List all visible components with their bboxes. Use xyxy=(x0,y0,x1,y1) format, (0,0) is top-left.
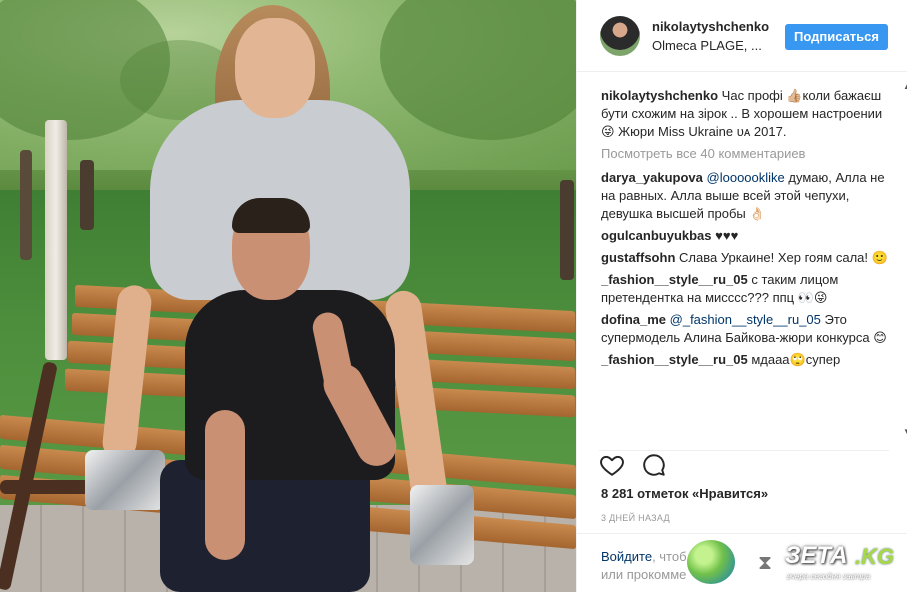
watermark-logo: ⧗ ЗЕТА .KG вчера сегодня завтра xyxy=(687,536,902,586)
comment-text: ♥♥♥ xyxy=(715,228,739,243)
avatar[interactable] xyxy=(600,16,640,56)
post-photo[interactable] xyxy=(0,0,576,592)
comment-username[interactable]: dofina_me xyxy=(601,312,666,327)
login-text-tail: или прокомме xyxy=(601,567,687,582)
tree-trunk xyxy=(20,150,32,260)
comment-item: _fashion__style__ru_05 с таким лицом пре… xyxy=(601,271,889,307)
silver-platform-shoe xyxy=(410,485,474,565)
woman-face xyxy=(235,18,315,118)
heart-outline-icon[interactable] xyxy=(599,452,625,478)
comment-mention[interactable]: @loooooklike xyxy=(707,170,785,185)
comment-item: ogulcanbuyukbas ♥♥♥ xyxy=(601,227,889,245)
comment-username[interactable]: _fashion__style__ru_05 xyxy=(601,272,748,287)
tree-trunk xyxy=(80,160,94,230)
bench-armrest xyxy=(0,480,90,494)
comment-username[interactable]: gustaffsohn xyxy=(601,250,675,265)
speech-bubble-icon[interactable] xyxy=(641,452,667,478)
comments-scrollbar[interactable] xyxy=(897,72,907,444)
follow-button[interactable]: Подписаться xyxy=(785,24,888,50)
view-all-comments-link[interactable]: Посмотреть все 40 комментариев xyxy=(601,145,889,163)
watermark-brand: ЗЕТА xyxy=(785,542,848,569)
login-text-middle: , чтоб xyxy=(652,549,687,564)
birch-trunk xyxy=(45,120,67,360)
caption: nikolaytyshchenko Час профі 👍🏼коли бажає… xyxy=(601,87,889,141)
comment-username[interactable]: ogulcanbuyukbas xyxy=(601,228,712,243)
globe-logo-icon xyxy=(687,540,735,584)
scroll-up-arrow-icon[interactable]: ▲ xyxy=(903,82,907,91)
watermark-slogan: вчера сегодня завтра xyxy=(787,572,871,581)
comment-mention[interactable]: @_fashion__style__ru_05 xyxy=(670,312,821,327)
man-hair xyxy=(232,198,310,233)
scroll-down-arrow-icon[interactable]: ▼ xyxy=(903,427,907,436)
comments-list: nikolaytyshchenko Час профі 👍🏼коли бажає… xyxy=(601,87,889,442)
comment-text: мдааа🙄супер xyxy=(751,352,841,367)
man-arm xyxy=(205,410,245,560)
post-header: nikolaytyshchenko Olmeca PLAGE, ... Подп… xyxy=(577,0,907,72)
header-location[interactable]: Olmeca PLAGE, ... xyxy=(652,38,762,53)
likes-count[interactable]: 8 281 отметок «Нравится» xyxy=(601,486,768,501)
tree-trunk xyxy=(560,180,574,280)
comment-username[interactable]: _fashion__style__ru_05 xyxy=(601,352,748,367)
watermark-domain: .KG xyxy=(855,544,895,569)
comment-text: Слава Уркаине! Хер гоям сала! 🙂 xyxy=(679,250,888,265)
comment-item: dofina_me @_fashion__style__ru_05 Это су… xyxy=(601,311,889,347)
post-timestamp[interactable]: 3 дней назад xyxy=(601,513,670,523)
comment-item: _fashion__style__ru_05 мдааа🙄супер xyxy=(601,351,889,369)
caption-username[interactable]: nikolaytyshchenko xyxy=(601,88,718,103)
hourglass-icon: ⧗ xyxy=(751,546,779,580)
comment-username[interactable]: darya_yakupova xyxy=(601,170,703,185)
header-username[interactable]: nikolaytyshchenko xyxy=(652,19,769,34)
login-link[interactable]: Войдите xyxy=(601,549,652,564)
comment-item: darya_yakupova @loooooklike думаю, Алла … xyxy=(601,169,889,223)
comment-item: gustaffsohn Слава Уркаине! Хер гоям сала… xyxy=(601,249,889,267)
silver-platform-shoe xyxy=(85,450,165,510)
post-sidebar: nikolaytyshchenko Olmeca PLAGE, ... Подп… xyxy=(576,0,907,592)
